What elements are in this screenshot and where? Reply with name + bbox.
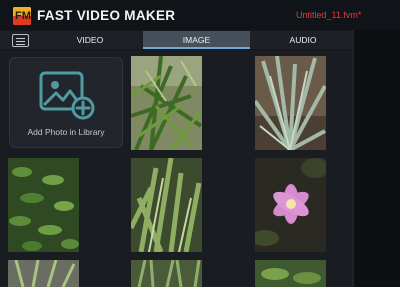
add-photo-label: Add Photo in Library bbox=[27, 127, 105, 137]
app-title: FAST VIDEO MAKER bbox=[37, 8, 176, 23]
title-bar: FM FAST VIDEO MAKER Untitled_11.fvm* bbox=[0, 0, 400, 30]
photo-thumbnail-aloe[interactable] bbox=[131, 158, 202, 252]
app-logo-icon: FM bbox=[13, 7, 31, 25]
photo-thumbnail-grass[interactable] bbox=[131, 260, 202, 287]
photo-thumbnail-green-leaves[interactable] bbox=[255, 260, 326, 287]
photo-thumbnail-spider-plant[interactable] bbox=[8, 260, 79, 287]
menu-icon[interactable] bbox=[12, 34, 29, 47]
tab-video[interactable]: VIDEO bbox=[40, 31, 140, 49]
photo-thumbnail-pink-lily[interactable] bbox=[255, 158, 326, 252]
add-photo-icon bbox=[38, 71, 96, 128]
side-panel-edge bbox=[352, 30, 400, 287]
project-file-name: Untitled_11.fvm* bbox=[296, 10, 362, 20]
active-tab-indicator bbox=[143, 47, 250, 49]
add-photo-button[interactable]: Add Photo in Library bbox=[9, 57, 123, 148]
photo-thumbnail-palm-fronds[interactable] bbox=[131, 56, 202, 150]
photo-thumbnail-agave[interactable] bbox=[255, 56, 326, 150]
photo-thumbnail-leafy-shrub[interactable] bbox=[8, 158, 79, 252]
tab-audio[interactable]: AUDIO bbox=[253, 31, 353, 49]
